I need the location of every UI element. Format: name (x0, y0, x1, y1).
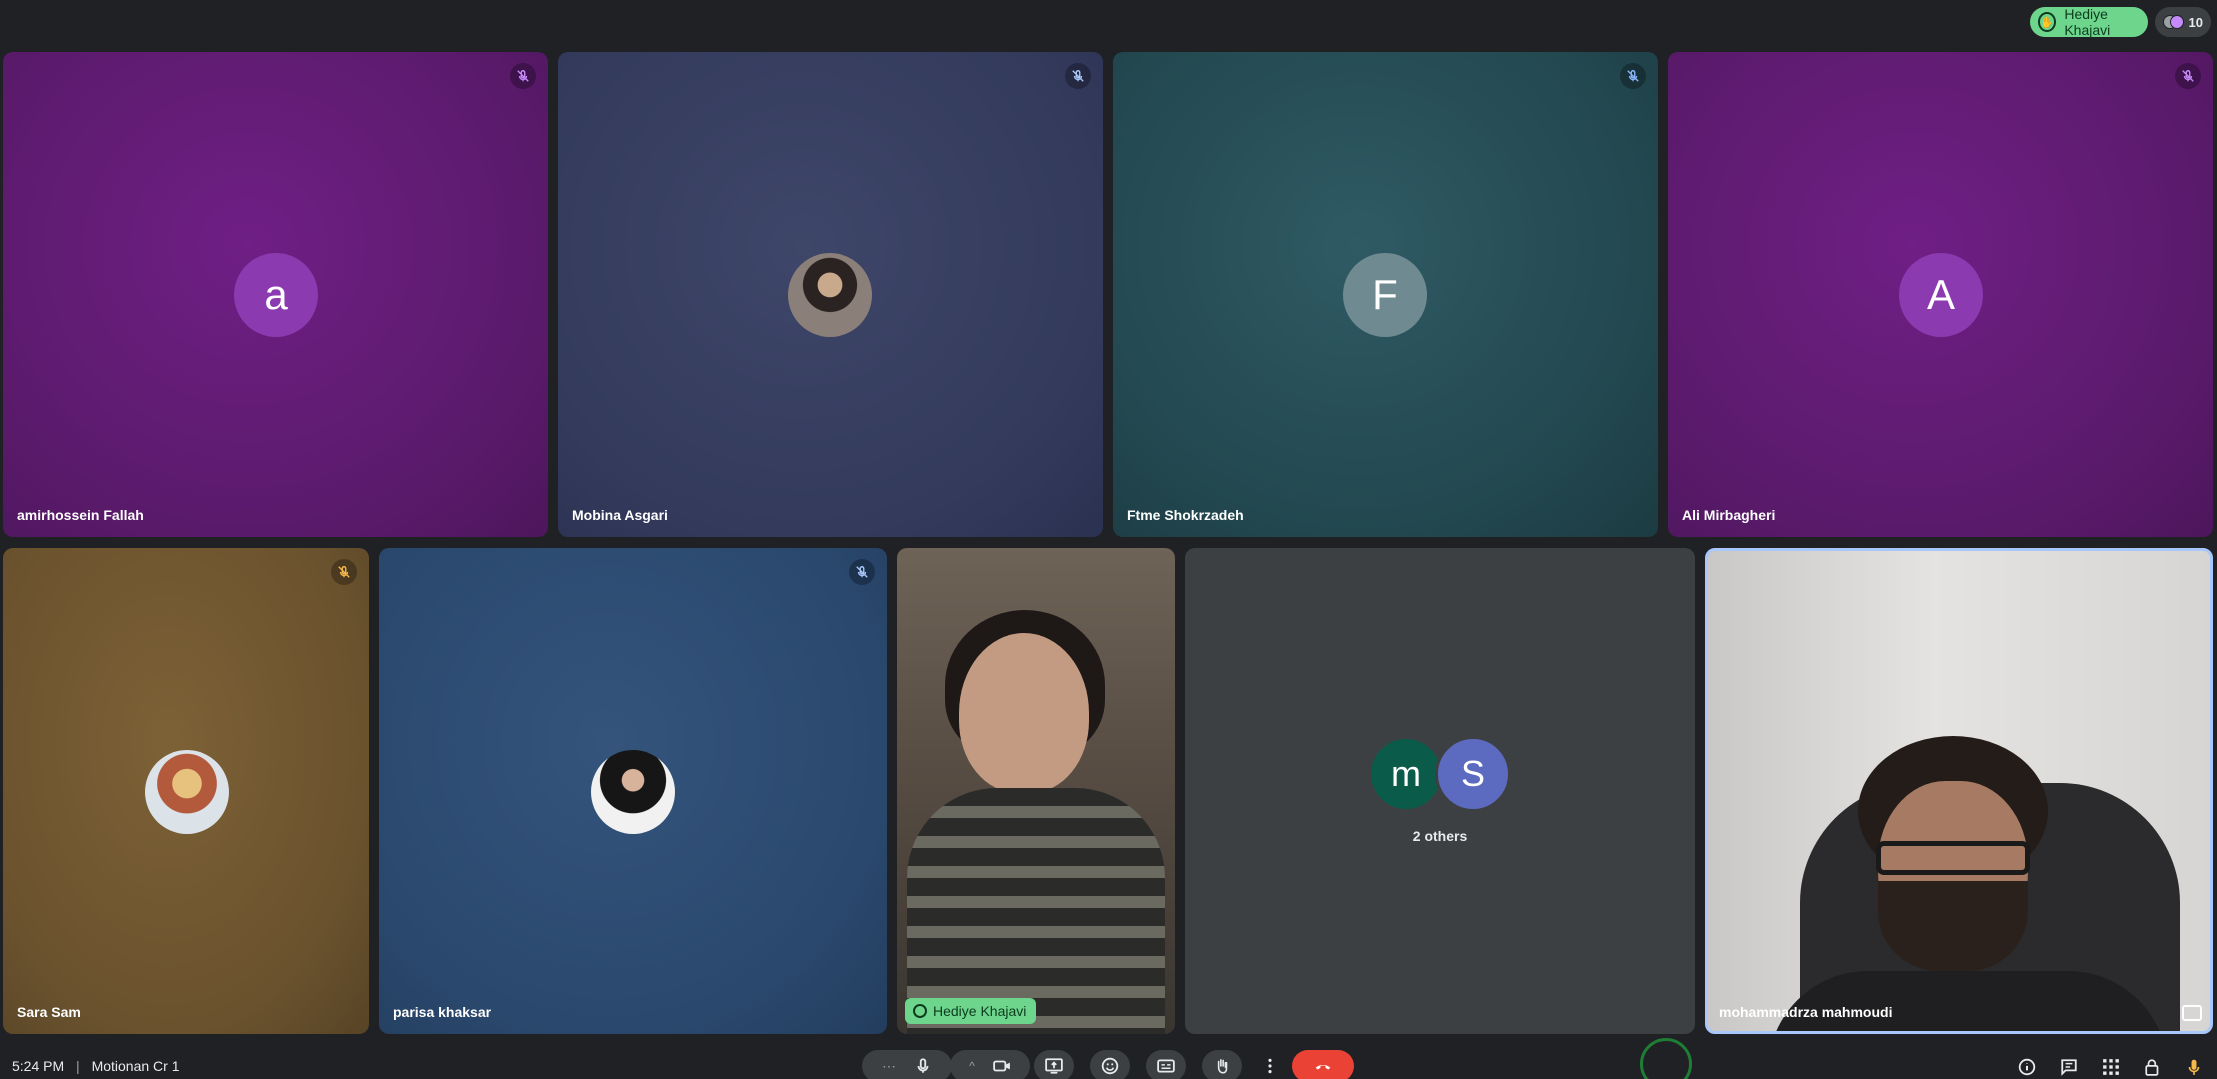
activities-button[interactable] (2100, 1056, 2122, 1078)
camera-control-group: ^ (950, 1050, 1030, 1079)
chat-icon (2061, 1059, 2077, 1076)
camera-icon[interactable] (993, 1057, 1011, 1075)
other-avatar: m (1368, 736, 1444, 812)
participant-tile[interactable]: parisa khaksar (379, 548, 887, 1034)
meeting-name: Motionan Cr 1 (91, 1058, 180, 1074)
more-vert-icon (1268, 1058, 1272, 1074)
lock-person-icon (2145, 1059, 2159, 1076)
participant-name: parisa khaksar (393, 1004, 492, 1020)
participant-tile[interactable]: Sara Sam (3, 548, 369, 1034)
participant-name: amirhossein Fallah (17, 507, 144, 523)
participant-avatar: a (234, 253, 318, 337)
mic-control-group: ⋯ (862, 1050, 952, 1079)
meeting-details-button[interactable] (2016, 1056, 2038, 1078)
raise-hand-button[interactable] (1202, 1050, 1242, 1079)
mic-active-icon (2188, 1059, 2200, 1075)
participant-video-tile[interactable]: Hediye Khajavi (897, 548, 1175, 1034)
participant-tile[interactable]: F Ftme Shokrzadeh (1113, 52, 1658, 537)
others-label: 2 others (1412, 828, 1468, 844)
mic-off-icon (2175, 63, 2201, 89)
emoji-icon (1101, 1057, 1119, 1075)
other-avatar: S (1435, 736, 1511, 812)
raised-hand-chip[interactable]: ✋ Hediye Khajavi (2030, 6, 2148, 38)
top-bar: ✋ Hediye Khajavi 10 (0, 0, 2217, 46)
active-speaker-tile[interactable]: mohammadrza mahmoudi (1705, 548, 2213, 1034)
more-options-button[interactable] (1258, 1050, 1282, 1079)
participant-photo-avatar (145, 750, 229, 834)
info-icon (2018, 1058, 2036, 1076)
host-controls-button[interactable] (2142, 1056, 2164, 1078)
end-call-icon (1315, 1064, 1331, 1070)
separator: | (76, 1058, 80, 1074)
raised-hand-icon (913, 1004, 927, 1018)
participant-count: 10 (2188, 14, 2203, 30)
mic-off-icon (510, 63, 536, 89)
mic-off-icon (1620, 63, 1646, 89)
participants-button[interactable]: 10 (2155, 7, 2211, 37)
participant-avatar: A (1899, 253, 1983, 337)
raised-hand-icon: ✋ (2038, 12, 2057, 32)
participant-name: Ali Mirbagheri (1682, 507, 1776, 523)
meeting-info: 5:24 PM | Motionan Cr 1 (12, 1058, 180, 1074)
more-audio-options[interactable]: ⋯ (882, 1058, 896, 1075)
participant-name: Ftme Shokrzadeh (1127, 507, 1244, 523)
mic-off-icon (849, 559, 875, 585)
participant-avatar: F (1343, 253, 1427, 337)
leave-call-button[interactable] (1292, 1050, 1354, 1079)
bottom-bar: 5:24 PM | Motionan Cr 1 ⋯ ^ (0, 1046, 2217, 1079)
speaking-indicator (2183, 1056, 2205, 1078)
raised-hand-name: Hediye Khajavi (2064, 6, 2111, 38)
others-group: m S 2 others (1185, 548, 1695, 1034)
present-screen-icon (1045, 1058, 1063, 1074)
raised-hand-name-tag: Hediye Khajavi (905, 998, 1037, 1024)
mic-off-icon (1065, 63, 1091, 89)
participant-name: Hediye Khajavi (933, 1003, 1027, 1019)
pin-tile-icon[interactable] (2182, 1005, 2202, 1021)
camera-options-chevron[interactable]: ^ (969, 1059, 975, 1073)
chat-button[interactable] (2058, 1056, 2080, 1078)
captions-icon (1157, 1059, 1175, 1073)
cursor-highlight (1640, 1038, 1692, 1079)
present-screen-button[interactable] (1034, 1050, 1074, 1079)
participant-photo-avatar (591, 750, 675, 834)
apps-grid-icon (2103, 1059, 2119, 1075)
microphone-icon[interactable] (914, 1057, 932, 1075)
participant-photo-avatar (788, 253, 872, 337)
participant-tile[interactable]: a amirhossein Fallah (3, 52, 548, 537)
participant-tile[interactable]: A Ali Mirbagheri (1668, 52, 2213, 537)
participant-avatars-icon (2163, 13, 2185, 31)
reactions-button[interactable] (1090, 1050, 1130, 1079)
captions-button[interactable] (1146, 1050, 1186, 1079)
mic-off-icon (331, 559, 357, 585)
participant-name: mohammadrza mahmoudi (1719, 1004, 1893, 1020)
participant-name: Mobina Asgari (572, 507, 668, 523)
participant-name: Sara Sam (17, 1004, 81, 1020)
participant-tile[interactable]: Mobina Asgari (558, 52, 1103, 537)
clock-time: 5:24 PM (12, 1058, 65, 1074)
raise-hand-icon (1217, 1059, 1228, 1074)
